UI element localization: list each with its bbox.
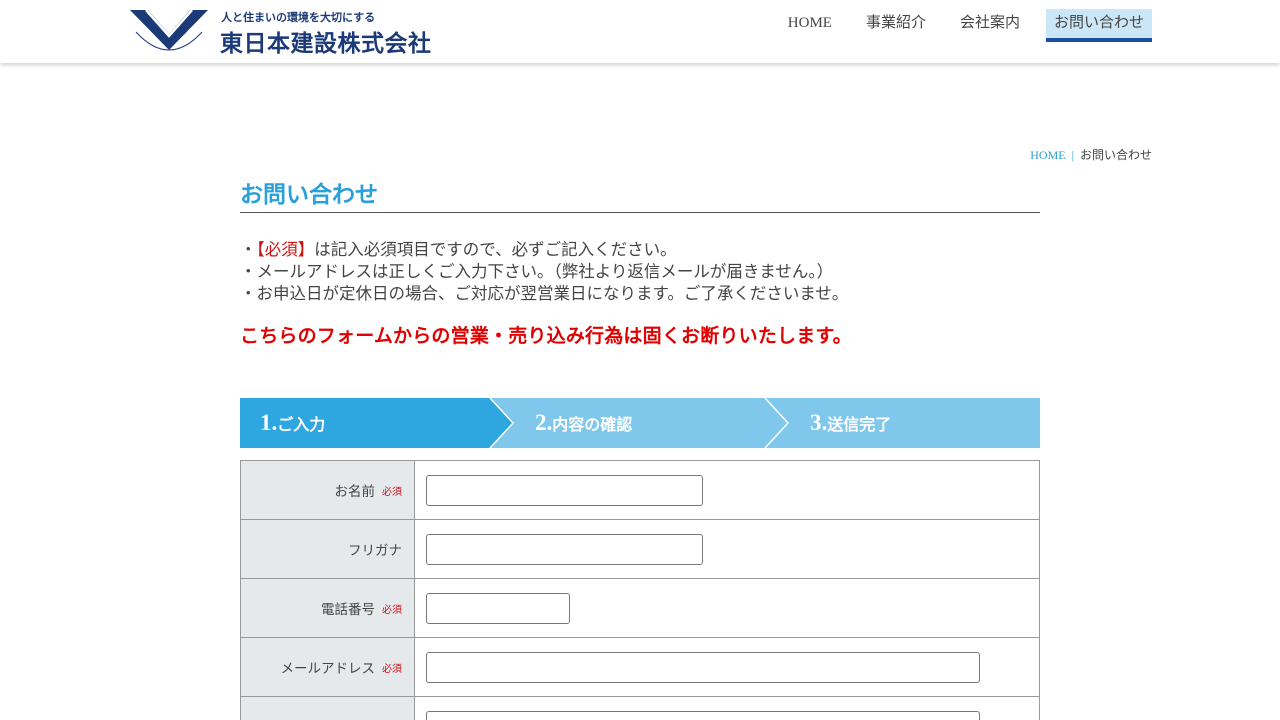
name-input[interactable] <box>426 474 703 506</box>
form-row-phone: 電話番号 必須 <box>241 579 1039 638</box>
email-label: メールアドレス 必須 <box>241 638 415 696</box>
tagline: 人と住まいの環境を大切にする <box>221 11 376 24</box>
global-nav: HOME 事業紹介 会社案内 お問い合わせ <box>762 9 1152 42</box>
company-logo-icon <box>130 9 208 51</box>
extra-label <box>241 697 415 720</box>
note-line: ・【必須】は記入必須項目ですので、必ずご記入ください。 <box>240 240 677 259</box>
company-name: 東日本建設株式会社 <box>220 30 432 57</box>
main-content: お問い合わせ ・【必須】は記入必須項目ですので、必ずご記入ください。 ・メールア… <box>240 180 1040 720</box>
note-line: ・お申込日が定休日の場合、ご対応が翌営業日になります。ご了承くださいませ。 <box>240 284 849 303</box>
page-title: お問い合わせ <box>240 180 1040 213</box>
form-row-email: メールアドレス 必須 <box>241 638 1039 697</box>
phone-label: 電話番号 必須 <box>241 579 415 637</box>
sales-warning: こちらのフォームからの営業・売り込み行為は固くお断りいたします。 <box>240 325 852 347</box>
contact-form: お名前 必須 フリガナ 電話番号 必須 メールアドレス 必須 <box>240 460 1040 720</box>
form-row-furigana: フリガナ <box>241 520 1039 579</box>
nav-item-company[interactable]: 会社案内 <box>952 9 1028 42</box>
form-row-extra <box>241 697 1039 720</box>
breadcrumb-current: お問い合わせ <box>1079 148 1152 162</box>
extra-input[interactable] <box>426 710 980 720</box>
furigana-label: フリガナ <box>241 520 415 578</box>
note-line: ・メールアドレスは正しくご入力下さい。（弊社より返信メールが届きません。） <box>240 262 834 281</box>
required-badge: 必須 <box>382 486 402 498</box>
progress-steps: 1.ご入力 2.内容の確認 3.送信完了 <box>240 398 1040 448</box>
step-2: 2.内容の確認 <box>535 410 633 435</box>
step-1: 1.ご入力 <box>260 410 326 435</box>
required-badge: 必須 <box>382 604 402 616</box>
steps-background <box>240 398 1040 448</box>
step-3-shape <box>765 398 1040 448</box>
nav-item-contact[interactable]: お問い合わせ <box>1045 9 1152 42</box>
nav-item-home[interactable]: HOME <box>780 9 840 42</box>
form-notes: ・【必須】は記入必須項目ですので、必ずご記入ください。 ・メールアドレスは正しく… <box>240 239 1040 305</box>
phone-input[interactable] <box>426 592 570 624</box>
required-mark: 【必須】 <box>256 240 315 259</box>
logo-link[interactable]: 人と住まいの環境を大切にする 東日本建設株式会社 <box>128 6 448 58</box>
breadcrumb-separator: | <box>1071 148 1074 162</box>
email-input[interactable] <box>426 651 980 683</box>
breadcrumb-home-link[interactable]: HOME <box>1030 148 1065 162</box>
name-label: お名前 必須 <box>241 461 415 519</box>
breadcrumb: HOME | お問い合わせ <box>1030 146 1152 163</box>
required-badge: 必須 <box>382 663 402 675</box>
site-header: 人と住まいの環境を大切にする 東日本建設株式会社 HOME 事業紹介 会社案内 … <box>0 0 1280 63</box>
form-row-name: お名前 必須 <box>241 461 1039 520</box>
furigana-input[interactable] <box>426 533 703 565</box>
step-3: 3.送信完了 <box>810 410 892 435</box>
nav-item-business[interactable]: 事業紹介 <box>858 9 934 42</box>
